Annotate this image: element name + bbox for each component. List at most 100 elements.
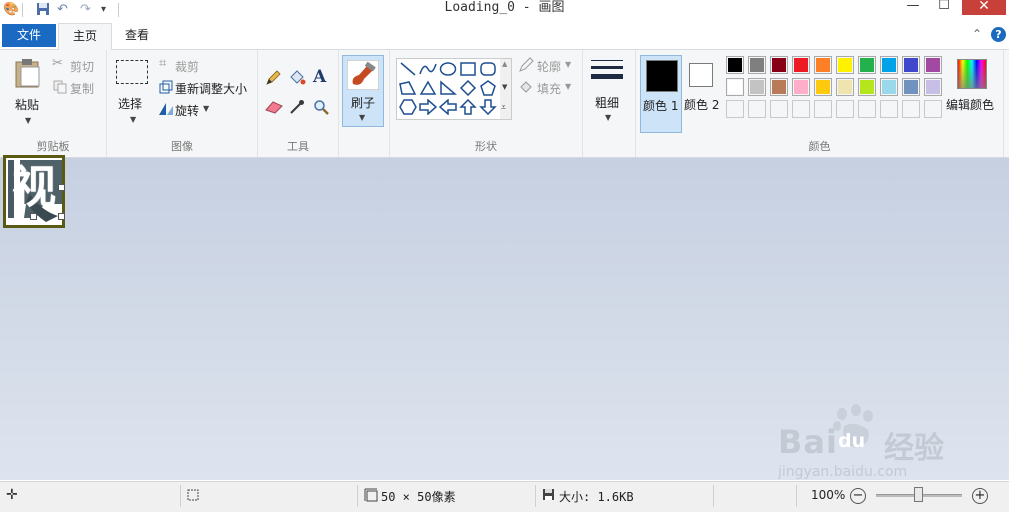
custom-color-slot[interactable]	[902, 100, 920, 118]
line-shape-icon[interactable]	[399, 61, 417, 77]
down-arrow-shape-icon[interactable]	[479, 99, 497, 115]
right-arrow-shape-icon[interactable]	[419, 99, 437, 115]
palette-swatch[interactable]	[792, 78, 810, 96]
scissors-icon: ✂	[52, 56, 63, 71]
palette-swatch[interactable]	[726, 78, 744, 96]
palette-swatch[interactable]	[814, 56, 832, 74]
watermark-du: du	[838, 430, 866, 452]
collapse-ribbon-icon[interactable]: ⌃	[972, 27, 982, 41]
text-tool-icon[interactable]: A	[313, 67, 326, 87]
palette-swatch[interactable]	[748, 78, 766, 96]
edit-colors-label: 编辑颜色	[946, 98, 995, 112]
zoom-in-icon[interactable]: +	[972, 488, 988, 504]
tab-home[interactable]: 主页	[58, 23, 112, 50]
copy-icon	[53, 80, 67, 94]
palette-swatch[interactable]	[880, 78, 898, 96]
hexagon-shape-icon[interactable]	[399, 99, 417, 115]
palette-swatch[interactable]	[858, 56, 876, 74]
rectangle-shape-icon[interactable]	[459, 61, 477, 77]
outline-button[interactable]: 轮廓 ▼	[518, 56, 578, 74]
color1-button[interactable]: 颜色 1	[640, 55, 682, 133]
ribbon: 粘贴 ▼ ✂ 剪切 复制 剪贴板 选择 ▼ ⌗ 裁剪 重新调整大小 旋转 ▼ 图…	[0, 50, 1009, 158]
zoom-slider-thumb[interactable]	[914, 487, 923, 502]
resize-button[interactable]: 重新调整大小	[157, 78, 255, 96]
custom-color-slot[interactable]	[814, 100, 832, 118]
select-label: 选择	[118, 97, 143, 111]
palette-swatch[interactable]	[902, 78, 920, 96]
edit-colors-button[interactable]: 编辑颜色	[946, 56, 1002, 128]
custom-color-slot[interactable]	[770, 100, 788, 118]
palette-swatch[interactable]	[924, 78, 942, 96]
palette-swatch[interactable]	[792, 56, 810, 74]
custom-color-slot[interactable]	[880, 100, 898, 118]
zoom-out-icon[interactable]: −	[850, 488, 866, 504]
palette-swatch[interactable]	[814, 78, 832, 96]
color-picker-icon[interactable]	[289, 99, 305, 115]
crop-button[interactable]: ⌗ 裁剪	[157, 56, 247, 74]
palette-swatch[interactable]	[770, 78, 788, 96]
cut-button[interactable]: ✂ 剪切	[52, 56, 102, 74]
size-line-medium	[591, 66, 623, 69]
file-size-icon	[543, 489, 554, 500]
close-button[interactable]: ✕	[962, 0, 1006, 15]
diamond-shape-icon[interactable]	[459, 80, 477, 96]
palette-swatch[interactable]	[726, 56, 744, 74]
rotate-button[interactable]: 旋转 ▼	[157, 100, 237, 118]
fill-bucket-icon[interactable]	[288, 69, 306, 87]
palette-swatch[interactable]	[902, 56, 920, 74]
custom-color-slot[interactable]	[836, 100, 854, 118]
color2-button[interactable]: 颜色 2	[683, 55, 721, 131]
gallery-expand-icon[interactable]: ⩡	[501, 103, 506, 113]
right-triangle-shape-icon[interactable]	[439, 80, 457, 96]
palette-swatch[interactable]	[858, 78, 876, 96]
pentagon-shape-icon[interactable]	[479, 80, 497, 96]
size-button[interactable]: 粗细 ▼	[589, 56, 629, 128]
shapes-gallery[interactable]	[396, 58, 502, 120]
tab-view[interactable]: 查看	[112, 24, 162, 47]
magnifier-icon[interactable]	[313, 99, 329, 115]
paste-dropdown-icon: ▼	[25, 116, 32, 125]
brushes-label: 刷子	[351, 96, 376, 110]
help-icon[interactable]: ?	[991, 27, 1006, 42]
brushes-button[interactable]: 刷子 ▼	[342, 55, 384, 127]
color1-swatch	[646, 60, 678, 92]
curve-shape-icon[interactable]	[419, 61, 437, 77]
minimize-button[interactable]: —	[898, 0, 928, 14]
palette-swatch[interactable]	[836, 78, 854, 96]
resize-handle-right[interactable]	[58, 184, 65, 191]
palette-swatch[interactable]	[770, 56, 788, 74]
polygon-shape-icon[interactable]	[399, 80, 417, 96]
drawing-canvas[interactable]: 视	[3, 155, 65, 228]
paste-button[interactable]: 粘贴 ▼	[6, 54, 48, 130]
palette-swatch-color	[750, 58, 764, 72]
selection-rect-icon	[116, 60, 148, 84]
oval-shape-icon[interactable]	[439, 61, 457, 77]
rounded-rectangle-shape-icon[interactable]	[479, 61, 497, 77]
maximize-button[interactable]: ☐	[929, 0, 959, 14]
tab-file[interactable]: 文件	[2, 24, 56, 47]
palette-swatch[interactable]	[836, 56, 854, 74]
gallery-scroll-up-icon[interactable]: ▲	[502, 60, 507, 68]
select-button[interactable]: 选择 ▼	[113, 56, 153, 130]
shapes-gallery-scrollbar[interactable]: ▲ ▼ ⩡	[500, 58, 512, 120]
left-arrow-shape-icon[interactable]	[439, 99, 457, 115]
custom-color-slot[interactable]	[858, 100, 876, 118]
triangle-shape-icon[interactable]	[419, 80, 437, 96]
custom-color-slot[interactable]	[748, 100, 766, 118]
custom-color-slot[interactable]	[792, 100, 810, 118]
gallery-scroll-down-icon[interactable]: ▼	[502, 83, 507, 91]
fill-button[interactable]: 填充 ▼	[518, 78, 578, 96]
palette-swatch[interactable]	[880, 56, 898, 74]
size-label: 粗细	[595, 96, 620, 110]
resize-handle-bottom[interactable]	[30, 213, 37, 220]
resize-handle-corner[interactable]	[58, 213, 65, 220]
fill-label: 填充	[537, 82, 562, 96]
custom-color-slot[interactable]	[924, 100, 942, 118]
palette-swatch[interactable]	[924, 56, 942, 74]
custom-color-slot[interactable]	[726, 100, 744, 118]
copy-button[interactable]: 复制	[52, 78, 102, 96]
eraser-icon[interactable]	[265, 100, 283, 114]
palette-swatch[interactable]	[748, 56, 766, 74]
up-arrow-shape-icon[interactable]	[459, 99, 477, 115]
pencil-icon[interactable]	[265, 70, 281, 86]
